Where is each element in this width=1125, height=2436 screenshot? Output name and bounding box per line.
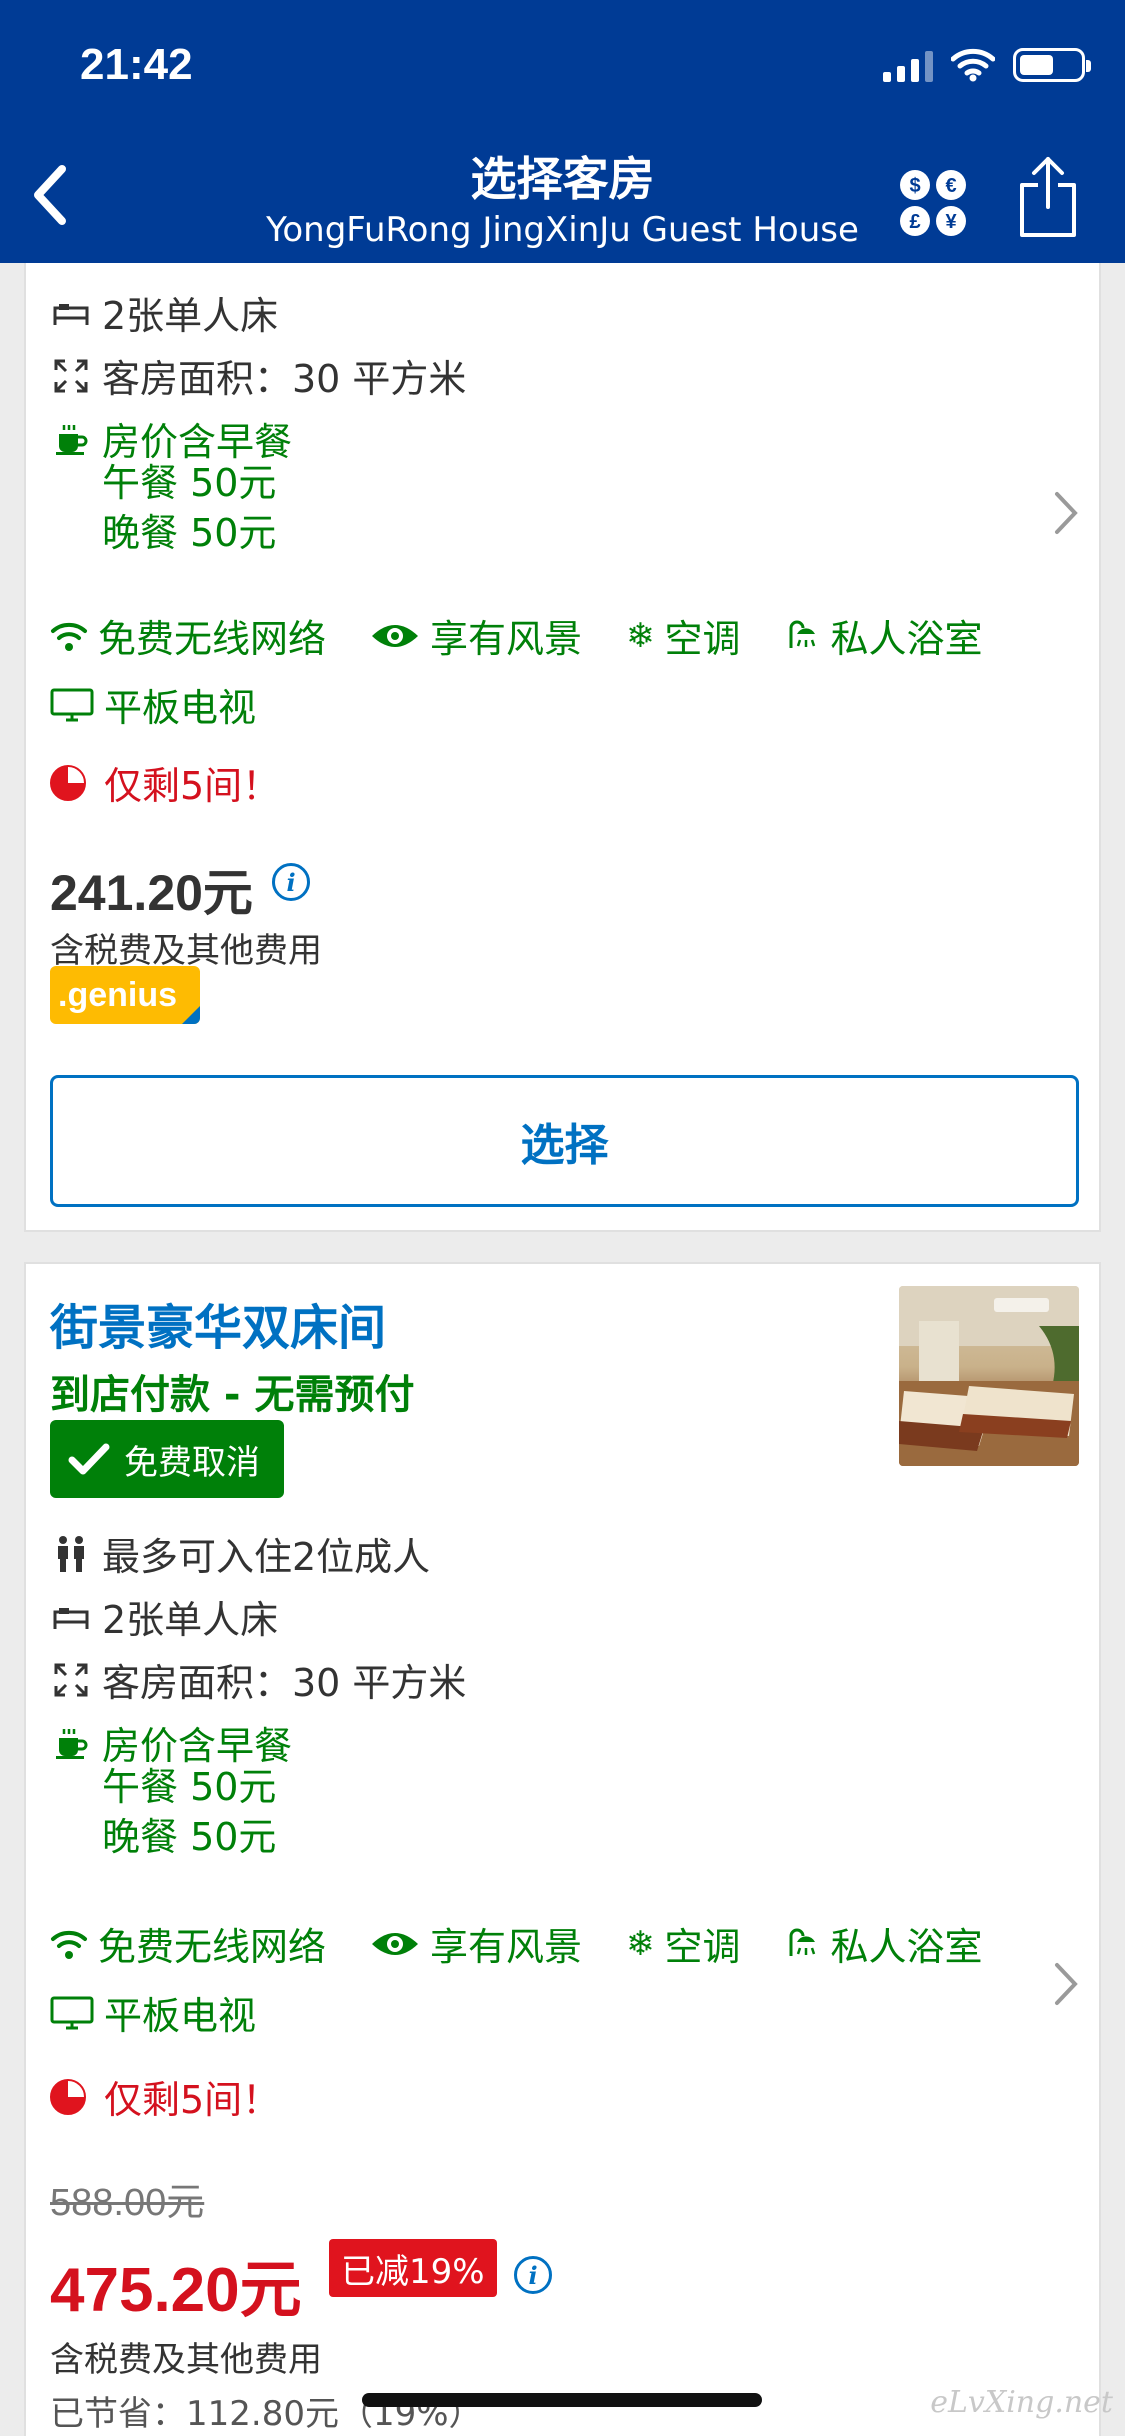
chevron-right-icon[interactable] — [1051, 488, 1081, 538]
tax-note: 含税费及其他费用 — [50, 2340, 322, 2380]
facility-item: 私人浴室 — [785, 608, 983, 663]
discount-badge: 已减19% — [329, 2239, 497, 2297]
room-card[interactable]: 2张单人床 客房面积：30 平方米 房价含早餐 午餐 50元 晚餐 50元 免费… — [24, 263, 1101, 1232]
pie-icon — [50, 764, 86, 801]
meal-prices: 午餐 50元 晚餐 50元 — [102, 458, 276, 558]
eye-icon — [372, 1932, 419, 1955]
facility-item: 免费无线网络 — [50, 608, 326, 663]
facility-list: 免费无线网络 享有风景 ❄ 空调 私人浴室 平板电视 — [50, 1916, 1085, 2040]
info-icon[interactable]: i — [514, 2256, 552, 2294]
bed-icon — [53, 1607, 89, 1629]
bed-info: 2张单人床 — [50, 285, 278, 340]
free-cancellation-badge: 免费取消 — [50, 1420, 284, 1498]
occupancy-text: 最多可入住2位成人 — [102, 1535, 431, 1579]
tv-icon — [50, 1996, 94, 2029]
bed-text: 2张单人床 — [102, 1598, 279, 1642]
lunch-price: 午餐 50元 — [102, 1765, 277, 1809]
top-bar: 21:42 选择客房 YongFuRong JingXinJu Guest Ho… — [0, 0, 1125, 263]
room-photo[interactable] — [899, 1286, 1079, 1466]
occupancy-info: 最多可入住2位成人 — [50, 1526, 430, 1581]
genius-badge: .genius — [50, 966, 200, 1024]
bed-info: 2张单人床 — [50, 1589, 278, 1644]
room-price: 241.20元 — [50, 865, 253, 921]
svg-text:¥: ¥ — [945, 211, 957, 233]
facility-item: ❄ 空调 — [626, 615, 741, 662]
guests-icon — [58, 1535, 84, 1572]
wifi-icon — [51, 1930, 87, 1959]
share-icon[interactable] — [1018, 155, 1078, 239]
wifi-icon — [51, 622, 87, 651]
scarcity-notice: 仅剩5间！ — [50, 2069, 280, 2124]
expand-icon — [54, 359, 88, 392]
shower-icon — [789, 620, 815, 648]
expand-icon — [54, 1663, 88, 1696]
area-text: 客房面积：30 平方米 — [102, 357, 467, 401]
bed-text: 2张单人床 — [102, 294, 279, 338]
snowflake-icon: ❄ — [626, 615, 655, 656]
scarcity-text: 仅剩5间！ — [104, 2078, 281, 2122]
tax-note: 含税费及其他费用 — [50, 931, 322, 971]
lunch-price: 午餐 50元 — [102, 461, 277, 505]
scarcity-notice: 仅剩5间！ — [50, 755, 280, 810]
signal-icon — [883, 48, 933, 82]
wifi-icon — [951, 48, 995, 82]
chevron-right-icon[interactable] — [1051, 1959, 1081, 2009]
pie-icon — [50, 2078, 86, 2115]
payment-note: 到店付款 - 无需预付 — [50, 1372, 415, 1418]
meal-prices: 午餐 50元 晚餐 50元 — [102, 1762, 276, 1862]
watermark: eLvXing.net — [930, 2385, 1113, 2420]
dinner-price: 晚餐 50元 — [102, 1815, 277, 1859]
facility-item: ❄ 空调 — [626, 1923, 741, 1970]
svg-text:£: £ — [909, 211, 920, 233]
svg-text:$: $ — [909, 175, 920, 197]
room-price: 475.20元 — [50, 2256, 302, 2325]
status-time: 21:42 — [80, 40, 193, 89]
room-image — [899, 1286, 1079, 1466]
facility-list: 免费无线网络 享有风景 ❄ 空调 私人浴室 平板电视 — [50, 608, 1085, 732]
facility-item: 私人浴室 — [785, 1916, 983, 1971]
svg-text:€: € — [945, 175, 956, 197]
select-button[interactable]: 选择 — [50, 1075, 1079, 1207]
currency-icon[interactable]: $ € £ ¥ — [898, 168, 968, 238]
home-indicator[interactable] — [362, 2393, 762, 2407]
tv-icon — [50, 688, 94, 721]
snowflake-icon: ❄ — [626, 1923, 655, 1964]
original-price: 588.00元 — [50, 2182, 205, 2224]
area-info: 客房面积：30 平方米 — [50, 348, 466, 403]
room-card[interactable]: 街景豪华双床间 到店付款 - 无需预付 免费取消 最多可入住2位成人 2张单人床… — [24, 1262, 1101, 2436]
facility-item: 免费无线网络 — [50, 1916, 326, 1971]
eye-icon — [372, 624, 419, 647]
facility-item: 享有风景 — [370, 1916, 582, 1971]
info-icon[interactable]: i — [272, 863, 310, 901]
area-text: 客房面积：30 平方米 — [102, 1661, 467, 1705]
battery-icon — [1013, 48, 1091, 82]
scarcity-text: 仅剩5间！ — [104, 764, 281, 808]
checkmark-icon — [68, 1443, 110, 1475]
status-icons — [883, 48, 1091, 82]
bed-icon — [53, 303, 89, 325]
coffee-icon — [56, 1728, 88, 1759]
area-info: 客房面积：30 平方米 — [50, 1652, 466, 1707]
shower-icon — [789, 1928, 815, 1956]
facility-item: 享有风景 — [370, 608, 582, 663]
dinner-price: 晚餐 50元 — [102, 511, 277, 555]
coffee-icon — [56, 424, 88, 455]
facility-item: 平板电视 — [50, 677, 256, 732]
facility-item: 平板电视 — [50, 1985, 256, 2040]
room-name[interactable]: 街景豪华双床间 — [50, 1288, 386, 1358]
